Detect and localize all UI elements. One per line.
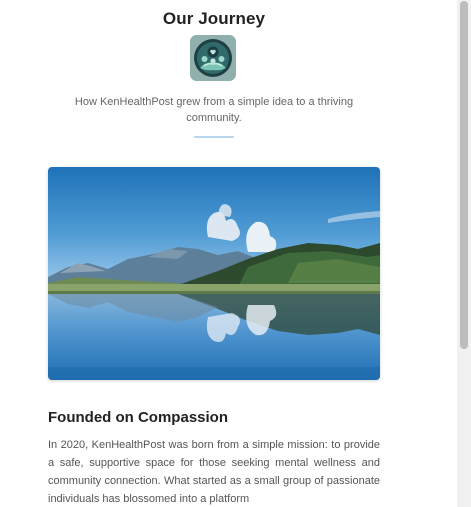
page-subtitle: How KenHealthPost grew from a simple ide… [74, 96, 354, 124]
page-title: Our Journey [162, 9, 266, 28]
accent-divider [194, 136, 234, 138]
vertical-scrollbar[interactable] [457, 0, 471, 507]
logo-graphic [190, 35, 236, 81]
scrollbar-thumb[interactable] [460, 1, 468, 349]
page-viewport: Our Journey How KenHealthPost grew from … [0, 0, 471, 507]
main-content: Our Journey How KenHealthPost grew from … [0, 0, 456, 507]
mountain-lake-illustration [48, 167, 380, 380]
section-heading: Founded on Compassion [48, 409, 228, 426]
hero-mountain-lake-image [48, 167, 380, 380]
section-body-text: In 2020, KenHealthPost was born from a s… [48, 439, 380, 505]
heart-hands-logo-icon [190, 35, 236, 81]
